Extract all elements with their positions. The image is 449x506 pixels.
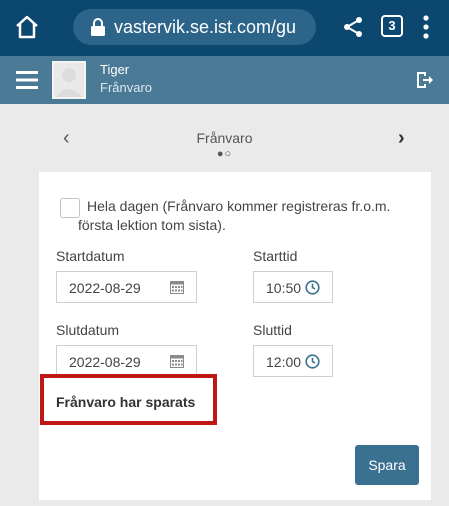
section-subtitle: Frånvaro: [100, 80, 153, 95]
end-date-label: Slutdatum: [56, 322, 120, 338]
calendar-icon[interactable]: [170, 354, 184, 368]
end-time-value: 12:00: [266, 354, 302, 370]
next-arrow-icon[interactable]: ›: [398, 128, 405, 148]
hamburger-menu-icon[interactable]: [16, 70, 38, 90]
logout-icon[interactable]: [414, 70, 434, 90]
browser-toolbar: vastervik.se.ist.com/gu 3: [0, 0, 449, 56]
url-text: vastervik.se.ist.com/gu: [114, 17, 297, 37]
clock-icon[interactable]: [305, 354, 320, 369]
all-day-checkbox[interactable]: [60, 198, 80, 218]
share-icon[interactable]: [341, 15, 365, 39]
more-vert-icon[interactable]: [421, 13, 431, 41]
start-time-value: 10:50: [266, 280, 302, 296]
clock-icon[interactable]: [305, 280, 320, 295]
user-silhouette-icon: [56, 68, 82, 97]
start-time-label: Starttid: [253, 248, 298, 264]
carousel-title: Frånvaro: [196, 130, 253, 146]
home-icon[interactable]: [13, 13, 41, 41]
lock-icon: [91, 18, 105, 36]
all-day-label: Hela dagen (Frånvaro kommer registreras …: [87, 198, 391, 214]
end-time-label: Sluttid: [253, 322, 292, 338]
app-header: Tiger Frånvaro: [0, 56, 449, 104]
all-day-label-continued: första lektion tom sista).: [78, 217, 226, 233]
highlight-annotation-box: [40, 374, 217, 425]
user-name: Tiger: [100, 62, 130, 77]
save-button[interactable]: Spara: [355, 445, 419, 485]
start-time-input[interactable]: 10:50: [253, 271, 333, 303]
start-date-input[interactable]: 2022-08-29: [56, 271, 197, 303]
calendar-icon[interactable]: [170, 280, 184, 294]
tab-count-button[interactable]: 3: [381, 15, 403, 37]
page-indicator-dots: ●○: [216, 148, 233, 160]
address-bar[interactable]: vastervik.se.ist.com/gu: [73, 9, 316, 45]
end-time-input[interactable]: 12:00: [253, 345, 333, 377]
start-date-label: Startdatum: [56, 248, 125, 264]
avatar[interactable]: [52, 61, 86, 99]
end-date-value: 2022-08-29: [69, 354, 141, 370]
start-date-value: 2022-08-29: [69, 280, 141, 296]
end-date-input[interactable]: 2022-08-29: [56, 345, 197, 377]
